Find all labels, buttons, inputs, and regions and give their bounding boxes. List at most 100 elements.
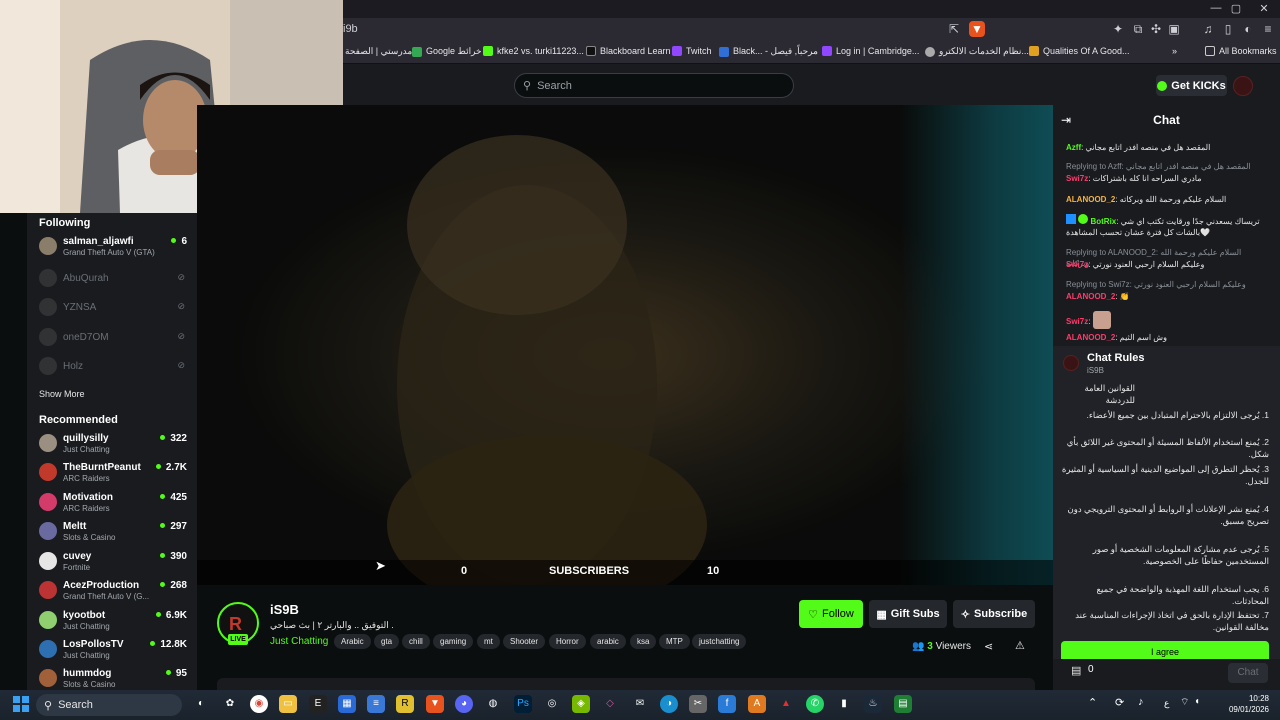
sidebar-item-cuvey[interactable]: cuvey Fortnite 390 xyxy=(39,551,187,579)
sidebar-item-salman-aljawfi[interactable]: salman_aljawfi Grand Theft Auto V (GTA) … xyxy=(39,236,187,264)
tag-mtp[interactable]: MTP xyxy=(659,634,690,649)
follow-button[interactable]: ♡ Follow xyxy=(799,600,863,628)
tag-arabic[interactable]: Arabic xyxy=(334,634,371,649)
app-r-icon[interactable]: R xyxy=(396,695,414,713)
menu-icon[interactable]: ≡ xyxy=(1260,21,1276,37)
puzzle-icon[interactable]: ✣ xyxy=(1148,21,1164,37)
snipping-icon[interactable]: ✂ xyxy=(689,695,707,713)
tag-chill[interactable]: chill xyxy=(402,634,430,649)
media-icon[interactable]: ♫ xyxy=(1200,21,1216,37)
gift-icon[interactable]: ▤ xyxy=(1071,664,1081,677)
minimize-button[interactable]: — xyxy=(1206,2,1226,14)
sidebar-item-hummdog[interactable]: hummdog Slots & Casino 95 xyxy=(39,668,187,690)
tag-shooter[interactable]: Shooter xyxy=(503,634,546,649)
photoshop-icon[interactable]: Ps xyxy=(514,695,532,713)
bookmark-eservices[interactable]: نظام الخدمات الالكترو... xyxy=(925,46,1029,57)
volume-icon[interactable]: ◖ xyxy=(1194,696,1200,707)
steam-icon[interactable]: ♨ xyxy=(864,695,882,713)
report-icon[interactable]: ⚠ xyxy=(1015,639,1025,652)
sidebar-item-acezproduction[interactable]: AcezProduction Grand Theft Auto V (G... … xyxy=(39,580,187,608)
screenshot-icon[interactable]: ▣ xyxy=(1166,21,1182,37)
app-red-icon[interactable]: ▲ xyxy=(777,695,795,713)
get-kicks-button[interactable]: Get KICKs xyxy=(1156,75,1227,96)
file-explorer-icon[interactable]: ▭ xyxy=(279,695,297,713)
epic-games-icon[interactable]: E xyxy=(309,695,327,713)
address-bar-url[interactable]: i9b xyxy=(343,23,358,35)
sidebar-item-lospollostv[interactable]: LosPollosTV Just Chatting 12.8K xyxy=(39,639,187,667)
sidebar-item-holz[interactable]: Holz ⊘ xyxy=(39,356,187,384)
tag-horror[interactable]: Horror xyxy=(549,634,586,649)
sidebar-item-theburntpeanut[interactable]: TheBurntPeanut ARC Raiders 2.7K xyxy=(39,462,187,490)
language-indicator[interactable]: ع xyxy=(1164,698,1169,709)
bookmark-black[interactable]: Black... - مرحباً, فيصل xyxy=(719,46,818,57)
chrome-icon[interactable]: ◉ xyxy=(250,695,268,713)
whatsapp-icon[interactable]: ✆ xyxy=(806,695,824,713)
tag-arabic-lower[interactable]: arabic xyxy=(590,634,626,649)
edge-icon[interactable]: ◑ xyxy=(660,695,678,713)
sidebar-item-yznsa[interactable]: YZNSA ⊘ xyxy=(39,297,187,325)
brave-shield-icon[interactable]: ▼ xyxy=(969,21,985,37)
microphone-icon[interactable]: ♪ xyxy=(1138,696,1144,708)
sidebar-item-abuqurah[interactable]: AbuQurah ⊘ xyxy=(39,268,187,296)
brave-icon[interactable]: ▼ xyxy=(426,695,444,713)
extension-icon[interactable]: ✦ xyxy=(1110,21,1126,37)
bookmark-kfke2[interactable]: kfke2 vs. turki11223... xyxy=(483,46,584,56)
channel-name[interactable]: iS9B xyxy=(270,602,299,617)
taskbar-search[interactable]: ⚲ Search xyxy=(36,694,182,716)
bookmark-cambridge[interactable]: Log in | Cambridge... xyxy=(822,46,919,56)
tag-mt[interactable]: mt xyxy=(477,634,500,649)
taskbar-clock[interactable]: 10:28 09/01/2026 xyxy=(1213,693,1269,715)
chat-send-button[interactable]: Chat xyxy=(1228,663,1268,683)
search-input[interactable]: ⚲ Search xyxy=(514,73,794,98)
gift-subs-button[interactable]: ▦ Gift Subs xyxy=(869,600,947,628)
taskview-icon[interactable]: ◐ xyxy=(192,695,210,713)
tag-ksa[interactable]: ksa xyxy=(630,634,657,649)
tray-overflow-icon[interactable]: ⌃ xyxy=(1088,696,1097,709)
github-icon[interactable]: ◍ xyxy=(484,695,502,713)
sidebar-item-oned7om[interactable]: oneD7OM ⊘ xyxy=(39,327,187,355)
bookmark-twitch[interactable]: Twitch xyxy=(672,46,712,56)
translate-icon[interactable]: ⧉ xyxy=(1130,21,1146,37)
sidebar-item-motivation[interactable]: Motivation ARC Raiders 425 xyxy=(39,492,187,520)
windows-start-icon[interactable] xyxy=(13,696,29,712)
bookmark-qualities[interactable]: Qualities Of A Good... xyxy=(1029,46,1130,56)
nvidia-icon[interactable]: ◈ xyxy=(572,695,590,713)
close-window-button[interactable]: ✕ xyxy=(1254,2,1274,15)
app-orange-icon[interactable]: A xyxy=(748,695,766,713)
agree-button[interactable]: I agree xyxy=(1061,641,1269,659)
all-bookmarks[interactable]: All Bookmarks xyxy=(1205,46,1277,56)
bookmark-google-maps[interactable]: Google خرائط xyxy=(412,46,482,57)
tray-app-icon[interactable]: ⟳ xyxy=(1115,696,1124,709)
mail-icon[interactable]: ✉ xyxy=(631,695,649,713)
wifi-icon[interactable]: ⌔ xyxy=(1180,696,1189,709)
bookmark-madrasati[interactable]: مدرستي | الصفحة xyxy=(345,46,412,57)
tag-gta[interactable]: gta xyxy=(374,634,400,649)
goal-current: 0 xyxy=(461,565,468,577)
show-more-link[interactable]: Show More xyxy=(39,389,85,399)
subscribe-button[interactable]: ✧ Subscribe xyxy=(953,600,1035,628)
sidebar-toggle-icon[interactable]: ▯ xyxy=(1220,21,1236,37)
discord-icon[interactable]: ◕ xyxy=(455,695,473,713)
maximize-button[interactable]: ▢ xyxy=(1226,2,1246,15)
sidebar-item-meltt[interactable]: Meltt Slots & Casino 297 xyxy=(39,521,187,549)
obs-icon[interactable]: ◎ xyxy=(543,695,561,713)
share-icon[interactable]: ⇱ xyxy=(946,21,962,37)
offline-icon: ⊘ xyxy=(177,360,185,370)
app-pink-icon[interactable]: ◇ xyxy=(601,695,619,713)
wallet-icon[interactable]: ◐ xyxy=(1240,21,1256,37)
sidebar-item-kyootbot[interactable]: kyootbot Just Chatting 6.9K xyxy=(39,610,187,638)
store-icon[interactable]: ▦ xyxy=(338,695,356,713)
bookmarks-overflow-icon[interactable]: » xyxy=(1172,46,1177,56)
sidebar-item-quillysilly[interactable]: quillysilly Just Chatting 322 xyxy=(39,433,187,461)
tag-justchatting[interactable]: justchatting xyxy=(692,634,747,649)
copilot-icon[interactable]: ✿ xyxy=(221,695,239,713)
notes-icon[interactable]: ≡ xyxy=(367,695,385,713)
user-avatar[interactable] xyxy=(1233,76,1253,96)
share-icon[interactable]: ⋖ xyxy=(984,640,993,653)
bookmark-blackboard[interactable]: Blackboard Learn xyxy=(586,46,671,56)
sheets-icon[interactable]: ▤ xyxy=(894,695,912,713)
facebook-icon[interactable]: f xyxy=(718,695,736,713)
app-gray-icon[interactable]: ▮ xyxy=(835,695,853,713)
tag-gaming[interactable]: gaming xyxy=(433,634,474,649)
stream-category[interactable]: Just Chatting xyxy=(270,636,328,647)
